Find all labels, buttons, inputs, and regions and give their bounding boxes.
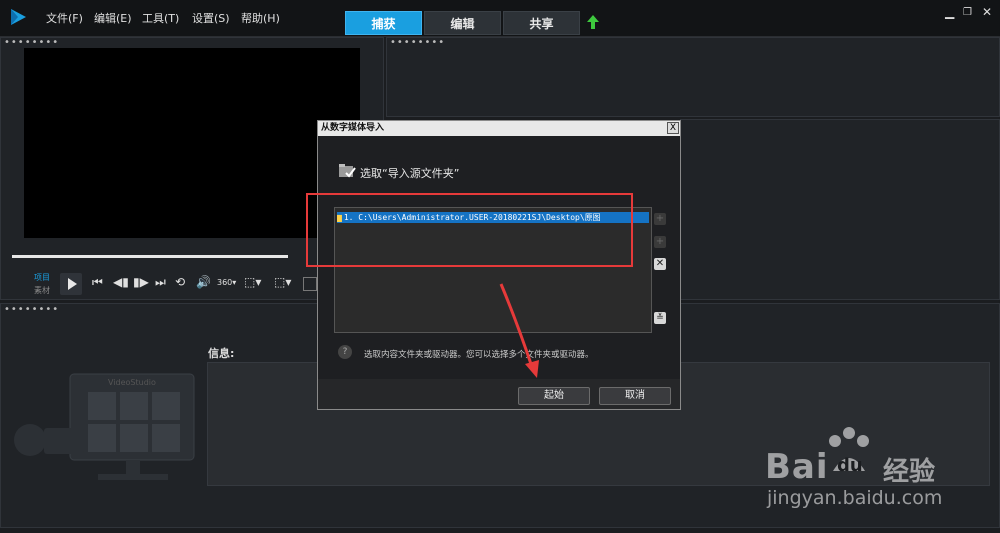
videostudio-logo-icon (11, 9, 26, 25)
close-icon[interactable]: ✕ (982, 5, 992, 19)
library-panel (386, 37, 1000, 117)
annotation-arrow-icon (499, 283, 539, 378)
project-mode-label[interactable]: 项目 (34, 272, 50, 283)
cancel-button[interactable]: 取消 (599, 387, 671, 405)
info-label: 信息: (208, 347, 235, 360)
go-to-end-icon[interactable]: ⏭ (155, 275, 166, 290)
upload-arrow-icon[interactable] (586, 14, 600, 30)
play-icon (68, 278, 77, 290)
menu-edit[interactable]: 编辑(E) (94, 10, 132, 26)
menu-tools[interactable]: 工具(T) (142, 10, 179, 26)
minimize-icon[interactable]: ▁ (945, 5, 954, 19)
move-folder-button[interactable]: + (654, 236, 666, 248)
capture-illustration-icon (14, 373, 195, 480)
baidu-du-text: du (837, 455, 863, 476)
jingyan-url-text: jingyan.baidu.com (767, 487, 943, 509)
add-folder-button[interactable]: + (654, 213, 666, 225)
panel-grip-icon[interactable]: •••••••• (4, 38, 59, 48)
remove-folder-button[interactable]: ✕ (654, 258, 666, 270)
menu-help[interactable]: 帮助(H) (241, 10, 280, 26)
options-panel (680, 119, 1000, 300)
folder-check-icon (339, 164, 356, 178)
tab-edit[interactable]: 编辑 (424, 11, 501, 35)
videostudio-watermark-text: VideoStudio (108, 378, 156, 387)
previous-frame-icon[interactable]: ◀▮ (113, 275, 129, 289)
help-question-icon: ? (338, 345, 352, 359)
restore-icon[interactable]: ❐ (963, 7, 972, 18)
menu-file[interactable]: 文件(F) (46, 10, 83, 26)
jingyan-text: 经验 (883, 457, 936, 487)
highlight-annotation (306, 193, 633, 267)
crop-icon[interactable]: ⬚▾ (274, 275, 291, 289)
tab-share[interactable]: 共享 (503, 11, 580, 35)
scrub-bar[interactable] (12, 255, 288, 258)
panel-grip-icon[interactable]: •••••••• (4, 305, 59, 315)
baidu-watermark: Bai du 经验 jingyan.baidu.com (765, 425, 965, 509)
panel-grip-icon[interactable]: •••••••• (390, 38, 445, 48)
clip-mode-label[interactable]: 素材 (34, 285, 50, 296)
aspect-ratio-icon[interactable]: ⬚▾ (244, 275, 261, 289)
360-view-icon[interactable]: 360▾ (217, 278, 236, 287)
timecode-box[interactable] (303, 277, 317, 291)
dialog-hint: 选取内容文件夹或驱动器。您可以选择多个文件夹或驱动器。 (364, 350, 594, 360)
go-to-start-icon[interactable]: ⏮ (92, 275, 103, 290)
next-frame-icon[interactable]: ▮▶ (133, 275, 149, 289)
dialog-close-button[interactable]: X (667, 122, 679, 134)
menu-settings[interactable]: 设置(S) (192, 10, 230, 26)
expand-down-button[interactable]: ≚ (654, 312, 666, 324)
volume-icon[interactable]: 🔊 (196, 275, 211, 289)
start-button[interactable]: 起始 (518, 387, 590, 405)
play-button[interactable] (60, 273, 82, 295)
repeat-icon[interactable]: ⟲ (175, 275, 185, 289)
dialog-heading: 选取“导入源文件夹” (360, 167, 460, 180)
title-bar: 文件(F) 编辑(E) 工具(T) 设置(S) 帮助(H) 捕获 编辑 共享 ▁… (0, 0, 1000, 37)
dialog-title: 从数字媒体导入 (318, 121, 680, 136)
baidu-brand-text: Bai (765, 447, 829, 487)
tab-capture[interactable]: 捕获 (345, 11, 422, 35)
